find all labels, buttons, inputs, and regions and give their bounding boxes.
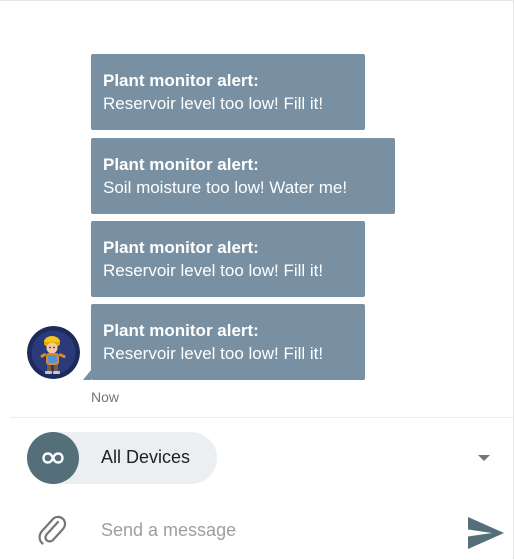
compose-bar	[0, 501, 514, 560]
message-bubble[interactable]: Plant monitor alert: Reservoir level too…	[91, 221, 365, 297]
send-icon[interactable]	[466, 515, 506, 551]
message-title: Plant monitor alert:	[103, 155, 259, 174]
message-input[interactable]	[101, 515, 441, 545]
message-list: Plant monitor alert: Reservoir level too…	[0, 1, 514, 416]
device-selector-chip[interactable]: All Devices	[27, 432, 217, 484]
message-title: Plant monitor alert:	[103, 238, 259, 257]
robot-avatar-icon	[27, 326, 80, 379]
message-title: Plant monitor alert:	[103, 71, 259, 90]
message-bubble[interactable]: Plant monitor alert: Reservoir level too…	[91, 54, 365, 130]
message-bubble[interactable]: Plant monitor alert: Reservoir level too…	[83, 304, 365, 380]
message-body: Reservoir level too low! Fill it!	[103, 261, 324, 280]
infinity-icon	[27, 432, 79, 484]
avatar[interactable]	[27, 326, 80, 379]
message-body: Reservoir level too low! Fill it!	[103, 94, 324, 113]
chevron-down-icon[interactable]	[478, 455, 490, 461]
message-body: Soil moisture too low! Water me!	[103, 178, 348, 197]
message-title: Plant monitor alert:	[103, 321, 259, 340]
message-timestamp: Now	[91, 389, 120, 405]
message-bubble[interactable]: Plant monitor alert: Soil moisture too l…	[91, 138, 395, 214]
paperclip-icon[interactable]	[36, 513, 68, 547]
device-selector-row: All Devices	[0, 418, 514, 500]
chat-window: Plant monitor alert: Reservoir level too…	[0, 0, 514, 559]
message-body: Reservoir level too low! Fill it!	[103, 344, 324, 363]
device-selector-label: All Devices	[101, 447, 191, 467]
